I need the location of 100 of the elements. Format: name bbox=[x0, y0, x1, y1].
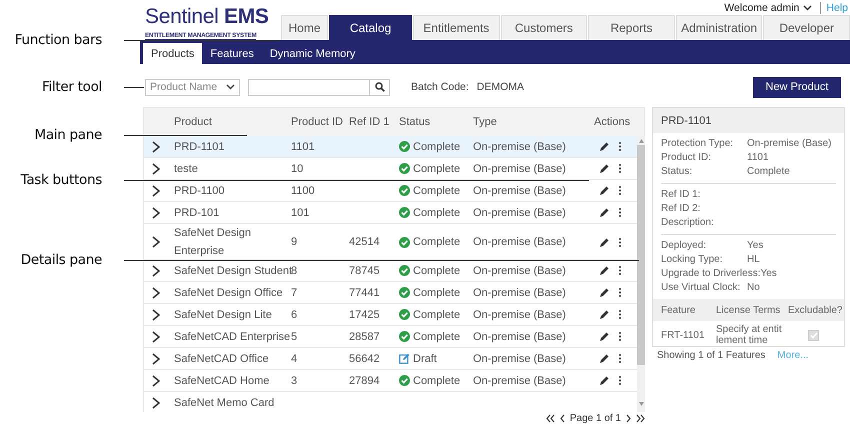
sub-tab[interactable]: Dynamic Memory bbox=[262, 43, 364, 64]
more-button[interactable] bbox=[618, 207, 622, 218]
check-circle-icon bbox=[399, 287, 410, 298]
more-button[interactable] bbox=[618, 265, 622, 276]
scrollbar[interactable] bbox=[637, 136, 645, 412]
table-row[interactable]: SafeNetCAD Office 4 56642 Draft On-premise (Base) bbox=[144, 348, 637, 370]
check-circle-icon bbox=[399, 141, 410, 152]
details-title: PRD-1101 bbox=[661, 114, 712, 126]
table-cell-text: On-premise (Base) bbox=[472, 236, 567, 248]
more-vertical-icon bbox=[618, 287, 622, 298]
table-cell-text: On-premise (Base) bbox=[472, 330, 567, 342]
more-button[interactable] bbox=[618, 185, 622, 196]
table-cell-text: 6 bbox=[290, 308, 298, 320]
more-button[interactable] bbox=[618, 309, 622, 320]
more-vertical-icon bbox=[618, 236, 622, 248]
next-page-button[interactable] bbox=[624, 414, 633, 422]
edit-button[interactable] bbox=[599, 236, 610, 248]
edit-button[interactable] bbox=[599, 375, 610, 386]
field-label: Ref ID 2: bbox=[661, 202, 702, 216]
more-vertical-icon bbox=[618, 163, 622, 174]
chevron-right-icon bbox=[151, 308, 161, 320]
more-button[interactable] bbox=[618, 163, 622, 174]
more-vertical-icon bbox=[618, 207, 622, 218]
search-field[interactable] bbox=[248, 78, 390, 96]
last-page-button[interactable] bbox=[636, 414, 645, 422]
edit-button[interactable] bbox=[599, 331, 610, 342]
table-row[interactable]: SafeNet Design Lite 6 17425 Complete On-premise (Base) bbox=[144, 304, 637, 326]
more-button[interactable] bbox=[618, 236, 622, 248]
edit-button[interactable] bbox=[599, 287, 610, 298]
next-page-icon bbox=[624, 414, 633, 422]
field-label: Upgrade to Driverless: bbox=[661, 267, 760, 281]
table-cell-text: SafeNetCAD Enterprise bbox=[173, 330, 288, 342]
check-circle-icon bbox=[399, 331, 410, 342]
expand-button[interactable] bbox=[151, 330, 161, 342]
nav-tab[interactable]: Developer bbox=[763, 15, 850, 40]
expand-button[interactable] bbox=[151, 308, 161, 320]
expand-button[interactable] bbox=[151, 184, 161, 196]
table-row[interactable]: SafeNetCAD Home 3 27894 Complete On-premise (Base) bbox=[144, 370, 637, 392]
table-cell-text: SafeNet Design Enterprise bbox=[173, 226, 252, 259]
nav-tab[interactable]: Home bbox=[281, 15, 328, 40]
expand-button[interactable] bbox=[151, 352, 161, 364]
features-count: Showing 1 of 1 Features bbox=[657, 350, 766, 361]
table-cell-text: 5 bbox=[290, 330, 298, 342]
expand-button[interactable] bbox=[151, 286, 161, 298]
more-button[interactable] bbox=[618, 375, 622, 386]
table-row[interactable]: PRD-1101 1101 Complete On-premise (Base) bbox=[144, 136, 637, 158]
edit-button[interactable] bbox=[599, 163, 610, 174]
table-row[interactable]: SafeNetCAD Enterprise5 28587 Complete On-premise (Base) bbox=[144, 326, 637, 348]
more-button[interactable] bbox=[618, 331, 622, 342]
edit-button[interactable] bbox=[599, 141, 610, 152]
expand-button[interactable] bbox=[151, 264, 161, 276]
table-row[interactable]: SafeNet Design Office 7 77441 Complete On-premise (Base) bbox=[144, 282, 637, 304]
nav-tab[interactable]: Administration bbox=[676, 15, 762, 40]
pencil-icon bbox=[599, 375, 610, 386]
nav-tab[interactable]: Entitlements bbox=[413, 15, 500, 40]
edit-button[interactable] bbox=[599, 309, 610, 320]
table-cell-text: 42514 bbox=[348, 236, 381, 248]
edit-button[interactable] bbox=[599, 265, 610, 276]
edit-square-icon bbox=[399, 353, 410, 364]
field-value: HL bbox=[747, 253, 760, 267]
scroll-thumb[interactable] bbox=[637, 145, 645, 365]
expand-button[interactable] bbox=[151, 206, 161, 218]
user-menu[interactable]: Welcome admin bbox=[724, 2, 812, 14]
previous-page-button[interactable] bbox=[558, 414, 567, 422]
nav-tab[interactable]: Reports bbox=[588, 15, 675, 40]
check-circle-icon bbox=[399, 375, 410, 386]
edit-button[interactable] bbox=[599, 353, 610, 364]
nav-tab[interactable]: Catalog bbox=[329, 15, 412, 40]
field-value: On-premise (Base) bbox=[747, 137, 832, 151]
sub-tab[interactable]: Products bbox=[143, 43, 202, 64]
edit-button[interactable] bbox=[599, 207, 610, 218]
nav-tab[interactable]: Customers bbox=[500, 15, 588, 40]
column-header: License Terms bbox=[716, 304, 782, 316]
expand-button[interactable] bbox=[151, 396, 161, 408]
expand-button[interactable] bbox=[151, 374, 161, 386]
first-page-button[interactable] bbox=[546, 414, 555, 422]
new-product-button[interactable]: New Product bbox=[753, 76, 841, 98]
filter-dropdown[interactable]: Product Name bbox=[145, 78, 240, 96]
expand-button[interactable] bbox=[151, 162, 161, 174]
more-button[interactable] bbox=[618, 141, 622, 152]
table-cell-text: SafeNet Design Office bbox=[173, 286, 284, 298]
edit-button[interactable] bbox=[599, 185, 610, 196]
pencil-icon bbox=[599, 287, 610, 298]
sub-tab[interactable]: Features bbox=[202, 43, 262, 64]
table-cell-text: 77441 bbox=[348, 286, 381, 298]
column-header: Status bbox=[398, 116, 432, 128]
chevron-down-icon bbox=[803, 4, 812, 10]
more-button[interactable] bbox=[618, 353, 622, 364]
expand-button[interactable] bbox=[151, 236, 161, 248]
column-header: Actions bbox=[593, 116, 632, 128]
status-text: Complete bbox=[413, 162, 460, 174]
more-vertical-icon bbox=[618, 185, 622, 196]
batch-code-label: Batch Code: bbox=[411, 81, 469, 94]
table-cell-text: On-premise (Base) bbox=[472, 308, 567, 320]
expand-button[interactable] bbox=[151, 140, 161, 152]
table-row[interactable]: PRD-101 101 Complete On-premise (Base) bbox=[144, 202, 637, 224]
first-page-icon bbox=[546, 414, 555, 422]
column-header: Product bbox=[173, 116, 213, 128]
more-button[interactable] bbox=[618, 287, 622, 298]
table-cell-text: 1101 bbox=[290, 140, 316, 152]
